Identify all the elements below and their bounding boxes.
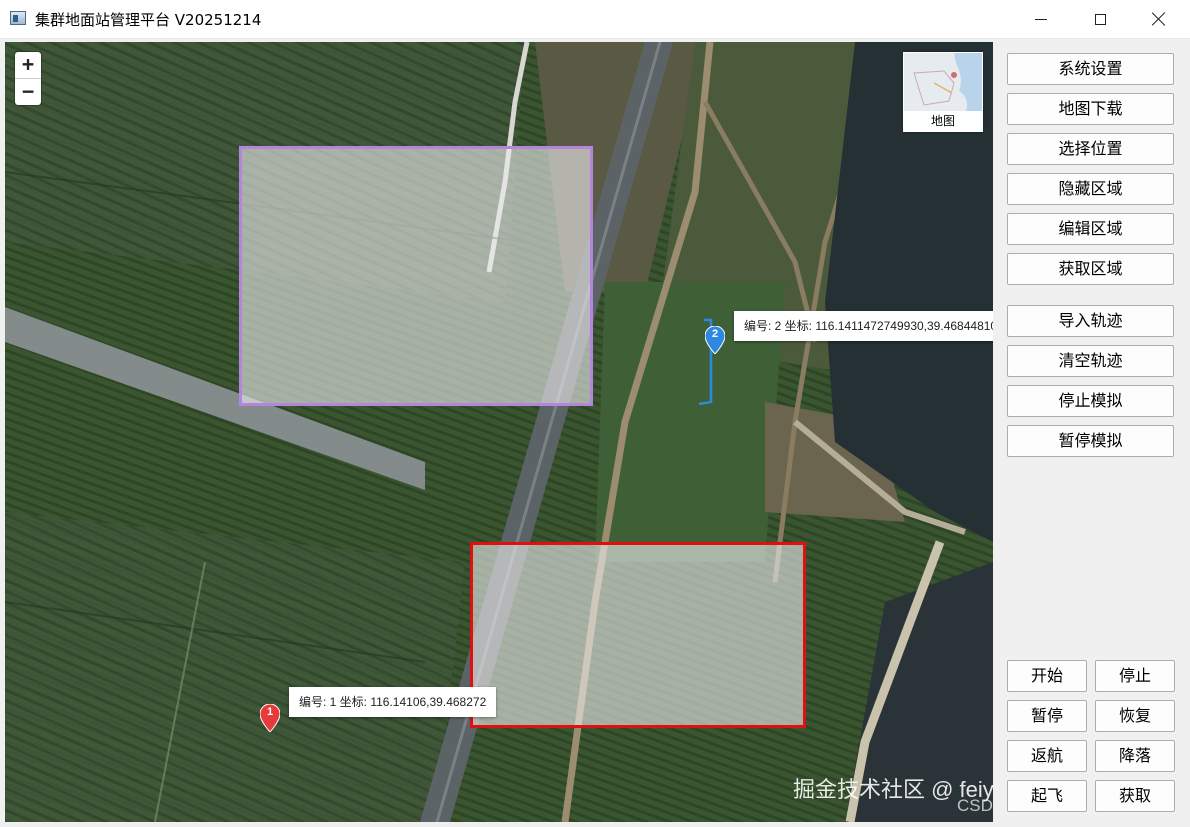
hide-area-button[interactable]: 隐藏区域 [1007,173,1174,205]
minimize-button[interactable] [1012,0,1070,38]
marker-1[interactable]: 1 [259,703,281,733]
title-bar: 集群地面站管理平台 V20251214 [0,0,1190,39]
marker-2-number: 2 [711,328,719,340]
zoom-control: + − [15,52,41,105]
return-home-button[interactable]: 返航 [1007,740,1087,772]
control-panel: 系统设置 地图下载 选择位置 隐藏区域 编辑区域 获取区域 导入轨迹 清空轨迹 … [997,42,1190,827]
minimize-icon [1035,18,1047,20]
pause-simulation-button[interactable]: 暂停模拟 [1007,425,1174,457]
clear-track-button[interactable]: 清空轨迹 [1007,345,1174,377]
map-layer-switch[interactable]: 地图 [903,52,983,132]
takeoff-button[interactable]: 起飞 [1007,780,1087,812]
satellite-map[interactable]: + − 地图 2 编号: 2 坐标: 116.1411472749930,39.… [5,42,993,822]
edit-area-button[interactable]: 编辑区域 [1007,213,1174,245]
marker-2[interactable]: 2 [704,325,726,355]
system-settings-button[interactable]: 系统设置 [1007,53,1174,85]
close-icon [1152,12,1166,26]
close-button[interactable] [1130,0,1188,38]
select-location-button[interactable]: 选择位置 [1007,133,1174,165]
stop-simulation-button[interactable]: 停止模拟 [1007,385,1174,417]
map-layer-label: 地图 [904,111,982,131]
resume-button[interactable]: 恢复 [1095,700,1175,732]
watermark-csdn: CSDN @feiyangqingyun [957,796,993,815]
stop-button[interactable]: 停止 [1095,660,1175,692]
zoom-in-button[interactable]: + [15,52,41,78]
zoom-out-button[interactable]: − [15,78,41,105]
region-area-1[interactable] [239,146,593,406]
pause-button[interactable]: 暂停 [1007,700,1087,732]
marker-1-label: 编号: 1 坐标: 116.14106,39.468272 [289,687,497,717]
fetch-button[interactable]: 获取 [1095,780,1175,812]
start-button[interactable]: 开始 [1007,660,1087,692]
marker-1-number: 1 [266,706,274,718]
region-area-2[interactable] [470,542,806,728]
land-button[interactable]: 降落 [1095,740,1175,772]
marker-2-label: 编号: 2 坐标: 116.1411472749930,39.46844810 [734,311,993,341]
maximize-icon [1094,13,1106,25]
window-title: 集群地面站管理平台 V20251214 [35,11,262,29]
maximize-button[interactable] [1071,0,1129,38]
app-icon [10,11,26,25]
get-area-button[interactable]: 获取区域 [1007,253,1174,285]
import-track-button[interactable]: 导入轨迹 [1007,305,1174,337]
map-download-button[interactable]: 地图下载 [1007,93,1174,125]
